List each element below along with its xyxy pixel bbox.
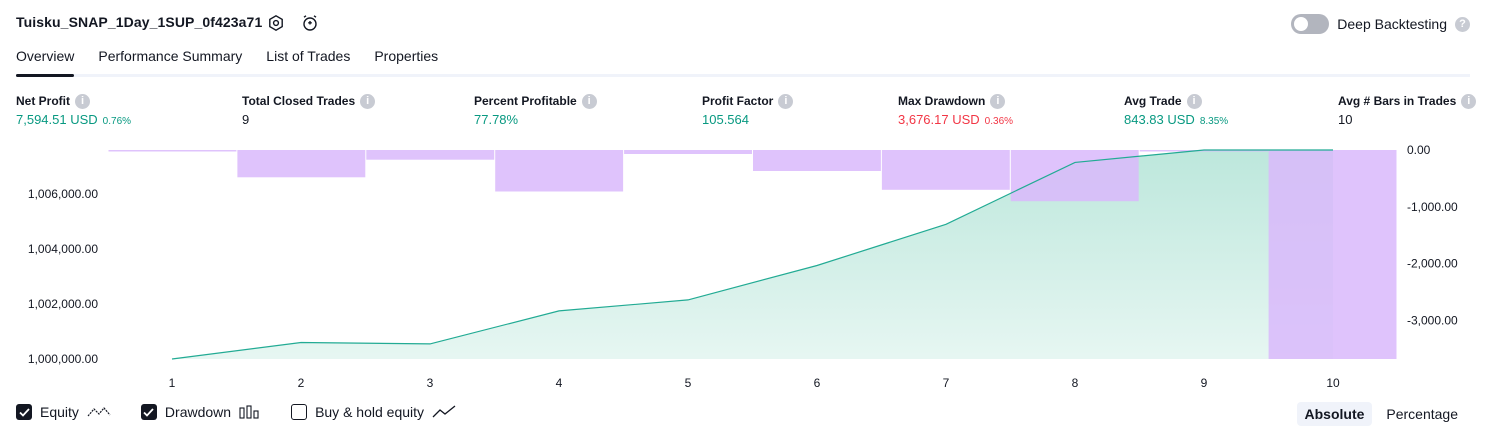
strategy-title: Tuisku_SNAP_1Day_1SUP_0f423a71 xyxy=(16,14,263,30)
tab-list-of-trades[interactable]: List of Trades xyxy=(266,48,350,74)
metric-label: Avg # Bars in Trades xyxy=(1338,94,1457,108)
metric-value: 77.78% xyxy=(474,112,519,127)
left-axis-tick: 1,004,000.00 xyxy=(28,242,98,256)
legend-buy-hold-label: Buy & hold equity xyxy=(315,404,425,420)
x-axis-tick: 6 xyxy=(814,376,821,390)
equity-area xyxy=(172,150,1333,359)
drawdown-bar xyxy=(1268,150,1397,359)
drawdown-bar xyxy=(881,150,1010,190)
right-axis-tick: -3,000.00 xyxy=(1407,314,1458,328)
metric-percent: 8.35% xyxy=(1199,116,1229,127)
legend-buy-hold[interactable]: Buy & hold equity xyxy=(291,404,456,420)
metric-percent: 0.76% xyxy=(102,116,132,127)
metric-value: 105.564 xyxy=(702,112,749,127)
deep-backtesting-toggle[interactable] xyxy=(1291,14,1330,34)
metric-avg-bars: Avg # Bars in Trades i 10 xyxy=(1338,93,1477,127)
x-axis-tick: 2 xyxy=(298,376,305,390)
x-axis-tick: 1 xyxy=(169,376,176,390)
tab-performance-summary[interactable]: Performance Summary xyxy=(98,48,242,74)
add-alert-icon[interactable] xyxy=(300,13,320,33)
x-axis-tick: 3 xyxy=(427,376,434,390)
legend-equity[interactable]: Equity xyxy=(16,404,111,420)
drawdown-bar xyxy=(753,150,881,171)
metric-label: Avg Trade xyxy=(1124,94,1182,108)
deep-backtesting-control: Deep Backtesting ? xyxy=(1291,14,1470,34)
absolute-button[interactable]: Absolute xyxy=(1296,402,1373,426)
x-axis-tick: 10 xyxy=(1326,376,1340,390)
drawdown-checkbox[interactable] xyxy=(140,404,157,420)
drawdown-bar xyxy=(366,150,495,160)
trend-line-icon xyxy=(432,405,456,418)
x-axis-tick: 7 xyxy=(943,376,950,390)
metric-profit-factor: Profit Factor i 105.564 xyxy=(702,93,794,127)
metric-total-closed-trades: Total Closed Trades i 9 xyxy=(242,93,376,127)
drawdown-bar xyxy=(108,150,237,152)
drawdown-bar xyxy=(624,150,752,154)
metric-label: Total Closed Trades xyxy=(242,94,356,108)
metric-max-drawdown: Max Drawdown i 3,676.17 USD 0.36% xyxy=(898,93,1013,127)
help-icon[interactable]: i xyxy=(1461,93,1477,109)
metric-value: 3,676.17 USD xyxy=(898,112,980,127)
value-mode-switch: Absolute Percentage xyxy=(1296,402,1467,426)
equity-line-icon xyxy=(87,407,111,417)
legend-equity-label: Equity xyxy=(40,404,79,420)
x-axis-tick: 4 xyxy=(556,376,563,390)
metric-value: 10 xyxy=(1338,112,1353,127)
metric-value: 7,594.51 USD xyxy=(16,112,98,127)
metric-label: Profit Factor xyxy=(702,94,774,108)
help-icon[interactable]: i xyxy=(75,93,90,109)
metric-percent-profitable: Percent Profitable i 77.78% xyxy=(474,93,597,127)
bar-chart-icon xyxy=(239,405,259,419)
help-icon[interactable]: i xyxy=(1186,93,1202,109)
help-icon[interactable]: i xyxy=(778,93,794,109)
metric-label: Net Profit xyxy=(16,94,70,108)
left-axis-tick: 1,002,000.00 xyxy=(28,297,98,311)
equity-drawdown-chart[interactable]: 1,000,000.00 1,002,000.00 1,004,000.00 1,00… xyxy=(0,140,1486,395)
metric-value: 9 xyxy=(242,112,250,127)
buy-hold-checkbox[interactable] xyxy=(291,404,308,420)
legend-drawdown[interactable]: Drawdown xyxy=(140,404,261,420)
metric-label: Max Drawdown xyxy=(898,94,986,108)
chart-legend: Equity Drawdown Buy & hold equity xyxy=(16,404,486,420)
percentage-button[interactable]: Percentage xyxy=(1378,402,1466,426)
x-axis-tick: 8 xyxy=(1072,376,1079,390)
help-icon[interactable]: i xyxy=(990,93,1006,109)
help-icon[interactable]: i xyxy=(360,93,376,109)
help-icon[interactable]: ? xyxy=(1455,16,1470,32)
metric-net-profit: Net Profit i 7,594.51 USD 0.76% xyxy=(16,93,131,127)
metric-value: 843.83 USD xyxy=(1124,112,1195,127)
tab-bar: Overview Performance Summary List of Tra… xyxy=(16,48,1470,77)
metric-label: Percent Profitable xyxy=(474,94,577,108)
left-axis-tick: 1,000,000.00 xyxy=(28,352,98,366)
tab-overview[interactable]: Overview xyxy=(16,48,75,77)
left-axis-tick: 1,006,000.00 xyxy=(28,187,98,201)
right-axis-tick: -2,000.00 xyxy=(1407,257,1458,271)
drawdown-bar xyxy=(495,150,624,192)
help-icon[interactable]: i xyxy=(581,93,597,109)
right-axis-tick: 0.00 xyxy=(1407,143,1431,157)
x-axis-tick: 5 xyxy=(685,376,692,390)
equity-checkbox[interactable] xyxy=(16,404,32,420)
deep-backtesting-label: Deep Backtesting xyxy=(1337,16,1447,32)
metric-percent: 0.36% xyxy=(984,116,1014,127)
metric-avg-trade: Avg Trade i 843.83 USD 8.35% xyxy=(1124,93,1228,127)
right-axis-tick: -1,000.00 xyxy=(1407,200,1458,214)
x-axis-tick: 9 xyxy=(1201,376,1208,390)
settings-icon[interactable] xyxy=(266,13,286,33)
drawdown-bar xyxy=(237,150,366,178)
tab-properties[interactable]: Properties xyxy=(374,48,438,74)
legend-drawdown-label: Drawdown xyxy=(164,404,232,420)
